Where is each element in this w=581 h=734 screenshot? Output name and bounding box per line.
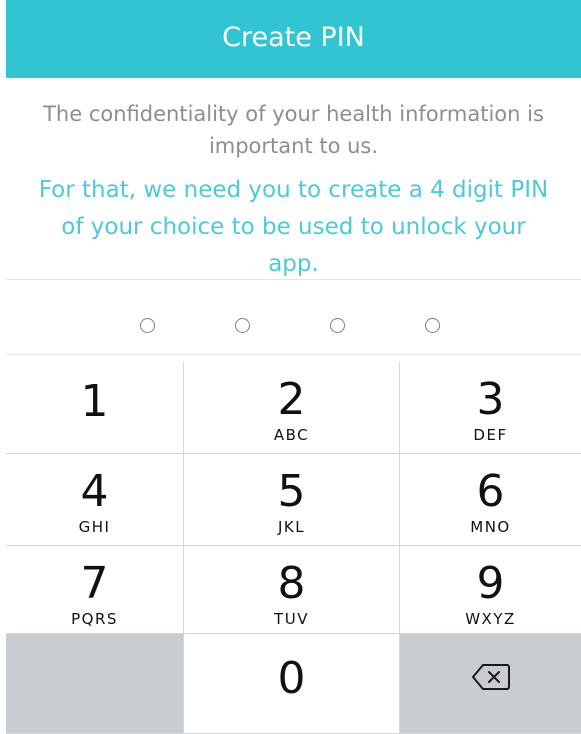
key-digit: 8 [277, 558, 306, 609]
key-digit: 4 [80, 466, 109, 517]
key-1[interactable]: 1 [6, 362, 184, 454]
key-8[interactable]: 8 TUV [184, 546, 400, 634]
info-section: The confidentiality of your health infor… [6, 78, 581, 277]
key-letters: ABC [273, 426, 310, 444]
pin-dot [330, 318, 345, 333]
pin-indicator [140, 315, 440, 337]
keypad-empty-slot [6, 634, 184, 734]
key-digit: 0 [277, 652, 306, 704]
key-6[interactable]: 6 MNO [400, 454, 581, 546]
key-letters: MNO [470, 518, 511, 536]
key-digit: 5 [277, 466, 306, 517]
key-letters: GHI [78, 518, 111, 536]
key-digit: 2 [277, 374, 306, 425]
page-title: Create PIN [222, 21, 365, 53]
key-digit: 9 [476, 558, 505, 609]
key-letters: DEF [473, 426, 508, 444]
key-2[interactable]: 2 ABC [184, 362, 400, 454]
backspace-icon [471, 663, 511, 695]
key-0[interactable]: 0 [184, 634, 400, 734]
key-digit: 6 [476, 466, 505, 517]
key-digit: 7 [80, 558, 109, 609]
info-primary-text: The confidentiality of your health infor… [43, 102, 544, 158]
key-letters: WXYZ [465, 610, 516, 628]
key-9[interactable]: 9 WXYZ [400, 546, 581, 634]
pin-dot [425, 318, 440, 333]
header-bar: Create PIN [6, 0, 581, 78]
pin-dot [140, 318, 155, 333]
key-3[interactable]: 3 DEF [400, 362, 581, 454]
pin-dot [235, 318, 250, 333]
divider [6, 279, 581, 280]
key-4[interactable]: 4 GHI [6, 454, 184, 546]
backspace-button[interactable] [400, 634, 581, 734]
key-digit: 3 [476, 374, 505, 425]
key-letters: TUV [274, 610, 309, 628]
key-5[interactable]: 5 JKL [184, 454, 400, 546]
info-secondary-text: For that, we need you to create a 4 digi… [38, 177, 549, 277]
key-digit: 1 [80, 376, 109, 427]
key-letters: PQRS [71, 610, 118, 628]
numeric-keypad: 1 2 ABC 3 DEF 4 GHI 5 JKL 6 MNO 7 PQRS 8… [6, 362, 581, 734]
key-letters: JKL [277, 518, 306, 536]
key-7[interactable]: 7 PQRS [6, 546, 184, 634]
divider [6, 354, 581, 355]
